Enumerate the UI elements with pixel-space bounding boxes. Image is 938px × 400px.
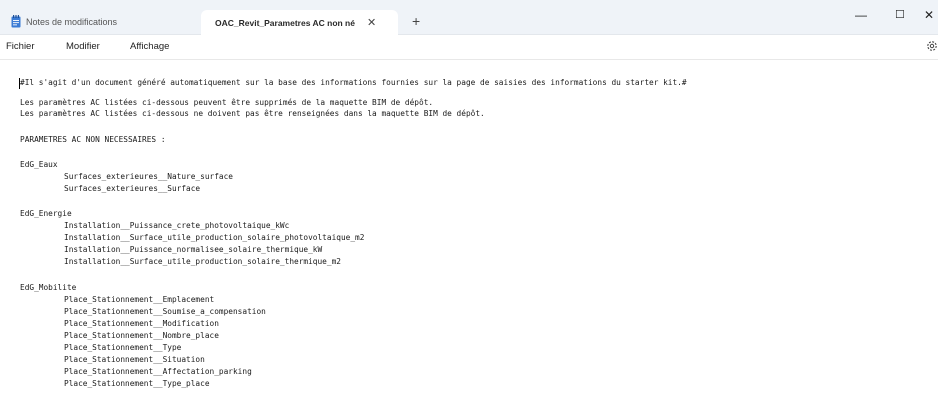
title-bar: Notes de modifications OAC_Revit_Paramet… bbox=[0, 0, 938, 35]
group-item: Surfaces_exterieures__Surface bbox=[64, 184, 201, 193]
menu-view[interactable]: Affichage bbox=[130, 41, 169, 52]
group-item: Place_Stationnement__Affectation_parking bbox=[64, 367, 252, 376]
group-item: Surfaces_exterieures__Nature_surface bbox=[64, 172, 233, 181]
group-item: Place_Stationnement__Situation bbox=[64, 355, 205, 364]
group-item: Place_Stationnement__Nombre_place bbox=[64, 331, 219, 340]
doc-section-title: PARAMETRES AC NON NECESSAIRES : bbox=[20, 135, 166, 144]
group-item: Installation__Puissance_crete_photovolta… bbox=[64, 221, 290, 230]
minimize-button[interactable]: — bbox=[855, 8, 867, 22]
doc-intro-line: Les paramètres AC listées ci-dessous peu… bbox=[20, 98, 434, 107]
group-item: Place_Stationnement__Type_place bbox=[64, 379, 210, 388]
tab-notes-de-modifications[interactable]: Notes de modifications bbox=[0, 10, 200, 34]
maximize-button[interactable]: ☐ bbox=[895, 8, 905, 21]
tab-label: OAC_Revit_Parametres AC non néc bbox=[215, 17, 355, 28]
gear-icon[interactable] bbox=[926, 40, 938, 52]
tab-oac-revit-parametres[interactable]: OAC_Revit_Parametres AC non néc ✕ bbox=[201, 10, 398, 35]
group-item: Place_Stationnement__Type bbox=[64, 343, 182, 352]
notepad-icon bbox=[11, 15, 21, 28]
group-item: Place_Stationnement__Modification bbox=[64, 319, 219, 328]
doc-intro-line: Les paramètres AC listées ci-dessous ne … bbox=[20, 109, 485, 118]
group-item: Installation__Surface_utile_production_s… bbox=[64, 257, 341, 266]
close-window-button[interactable]: ✕ bbox=[924, 8, 934, 22]
group-name: EdG_Energie bbox=[20, 209, 72, 218]
tab-label: Notes de modifications bbox=[26, 17, 118, 27]
menu-file[interactable]: Fichier bbox=[6, 41, 35, 52]
menu-edit[interactable]: Modifier bbox=[66, 41, 100, 52]
menu-bar: Fichier Modifier Affichage bbox=[0, 35, 938, 60]
group-item: Installation__Surface_utile_production_s… bbox=[64, 233, 365, 242]
group-name: EdG_Mobilite bbox=[20, 283, 77, 292]
group-item: Place_Stationnement__Emplacement bbox=[64, 295, 215, 304]
group-name: EdG_Eaux bbox=[20, 160, 58, 169]
text-editor[interactable]: #Il s'agit d'un document généré automati… bbox=[0, 60, 938, 400]
new-tab-button[interactable]: + bbox=[412, 13, 420, 29]
close-tab-icon[interactable]: ✕ bbox=[367, 16, 376, 29]
doc-header-line: #Il s'agit d'un document généré automati… bbox=[20, 78, 687, 87]
group-item: Place_Stationnement__Soumise_a_compensat… bbox=[64, 307, 266, 316]
group-item: Installation__Puissance_normalisee_solai… bbox=[64, 245, 323, 254]
